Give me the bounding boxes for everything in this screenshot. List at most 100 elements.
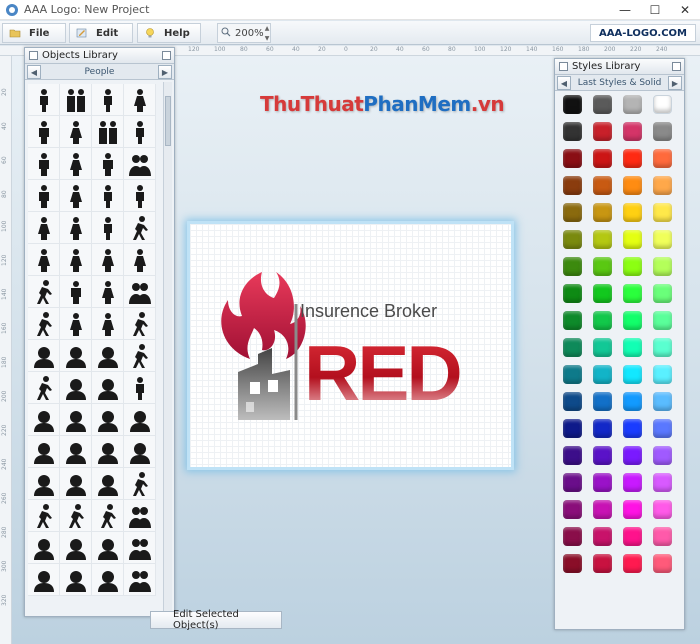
woman-icon[interactable] — [60, 308, 92, 340]
style-swatch[interactable] — [653, 203, 672, 222]
zoom-stepper[interactable]: ▲ ▼ — [262, 23, 272, 43]
style-swatch[interactable] — [653, 176, 672, 195]
style-swatch[interactable] — [653, 527, 672, 546]
objects-scrollbar[interactable] — [163, 82, 172, 614]
chevron-down-icon[interactable]: ▼ — [265, 35, 270, 42]
style-swatch[interactable] — [623, 473, 642, 492]
family-icon[interactable] — [124, 276, 156, 308]
style-swatch[interactable] — [653, 122, 672, 141]
style-swatch[interactable] — [593, 95, 612, 114]
style-swatch[interactable] — [563, 392, 582, 411]
woman-avatar-icon[interactable] — [28, 340, 60, 372]
man-icon[interactable] — [28, 116, 60, 148]
style-swatch[interactable] — [623, 338, 642, 357]
woman-avatar-icon[interactable] — [124, 404, 156, 436]
woman-avatar-icon[interactable] — [92, 436, 124, 468]
style-swatch[interactable] — [563, 311, 582, 330]
man-icon[interactable] — [60, 276, 92, 308]
style-swatch[interactable] — [563, 149, 582, 168]
style-swatch[interactable] — [563, 257, 582, 276]
style-swatch[interactable] — [653, 446, 672, 465]
style-swatch[interactable] — [653, 554, 672, 573]
man-avatar-icon[interactable] — [60, 404, 92, 436]
style-swatch[interactable] — [623, 176, 642, 195]
style-swatch[interactable] — [653, 284, 672, 303]
woman-icon[interactable] — [124, 84, 156, 116]
style-swatch[interactable] — [563, 122, 582, 141]
woman-avatar-icon[interactable] — [92, 340, 124, 372]
man-icon[interactable] — [28, 180, 60, 212]
style-swatch[interactable] — [653, 257, 672, 276]
style-swatch[interactable] — [623, 554, 642, 573]
woman-icon[interactable] — [60, 116, 92, 148]
style-swatch[interactable] — [593, 392, 612, 411]
man-icon[interactable] — [92, 148, 124, 180]
chevron-left-icon[interactable]: ◀ — [27, 65, 41, 79]
styles-category-label[interactable]: Last Styles & Solid — [555, 78, 684, 88]
person-icon[interactable] — [92, 212, 124, 244]
style-swatch[interactable] — [593, 230, 612, 249]
minimize-icon[interactable]: — — [610, 0, 640, 20]
edit-selected-button[interactable]: Edit Selected Object(s) — [150, 609, 282, 631]
style-swatch[interactable] — [653, 392, 672, 411]
style-swatch[interactable] — [623, 149, 642, 168]
person-icon[interactable] — [124, 180, 156, 212]
user-pair-icon[interactable] — [92, 116, 124, 148]
style-swatch[interactable] — [563, 203, 582, 222]
style-swatch[interactable] — [593, 446, 612, 465]
baby-icon[interactable] — [92, 244, 124, 276]
style-swatch[interactable] — [593, 257, 612, 276]
style-swatch[interactable] — [593, 527, 612, 546]
logo-canvas[interactable]: Insurence Broker RED — [190, 224, 511, 467]
close-icon[interactable]: ✕ — [670, 0, 700, 20]
child-icon[interactable] — [60, 244, 92, 276]
chevron-right-icon[interactable]: ▶ — [158, 65, 172, 79]
person-standing-icon[interactable] — [28, 84, 60, 116]
woman-icon[interactable] — [60, 180, 92, 212]
user-avatar-icon[interactable] — [92, 372, 124, 404]
woman-avatar-icon[interactable] — [60, 436, 92, 468]
person-icon[interactable] — [124, 372, 156, 404]
style-swatch[interactable] — [593, 338, 612, 357]
runner-icon[interactable] — [124, 212, 156, 244]
style-swatch[interactable] — [653, 230, 672, 249]
style-swatch[interactable] — [563, 230, 582, 249]
man-avatar-icon[interactable] — [92, 404, 124, 436]
style-swatch[interactable] — [593, 122, 612, 141]
group-icon[interactable] — [124, 500, 156, 532]
collapse-icon[interactable] — [162, 51, 171, 60]
acrobat-icon[interactable] — [124, 468, 156, 500]
woman-avatar-icon[interactable] — [60, 468, 92, 500]
style-swatch[interactable] — [593, 203, 612, 222]
style-swatch[interactable] — [593, 284, 612, 303]
user-icon[interactable] — [60, 564, 92, 596]
style-swatch[interactable] — [593, 500, 612, 519]
walker-icon[interactable] — [28, 500, 60, 532]
style-swatch[interactable] — [623, 446, 642, 465]
family-icon[interactable] — [124, 148, 156, 180]
style-swatch[interactable] — [563, 527, 582, 546]
style-swatch[interactable] — [593, 149, 612, 168]
style-swatch[interactable] — [593, 176, 612, 195]
style-swatch[interactable] — [653, 338, 672, 357]
help-button[interactable]: Help — [137, 23, 201, 43]
style-swatch[interactable] — [563, 446, 582, 465]
couple-icon[interactable] — [60, 84, 92, 116]
style-swatch[interactable] — [653, 365, 672, 384]
file-button[interactable]: File — [2, 23, 66, 43]
woman-avatar-icon[interactable] — [60, 372, 92, 404]
logo-artwork[interactable]: Insurence Broker RED — [190, 224, 511, 467]
style-swatch[interactable] — [623, 122, 642, 141]
walker-icon[interactable] — [28, 308, 60, 340]
woman-avatar-icon[interactable] — [60, 340, 92, 372]
sitting-icon[interactable] — [124, 340, 156, 372]
guide-icon[interactable] — [28, 276, 60, 308]
elderly-icon[interactable] — [124, 308, 156, 340]
style-swatch[interactable] — [623, 95, 642, 114]
woman-icon[interactable] — [60, 148, 92, 180]
woman-icon[interactable] — [124, 244, 156, 276]
chevron-left-icon[interactable]: ◀ — [557, 76, 571, 90]
style-swatch[interactable] — [623, 392, 642, 411]
style-swatch[interactable] — [623, 500, 642, 519]
person-icon[interactable] — [92, 180, 124, 212]
